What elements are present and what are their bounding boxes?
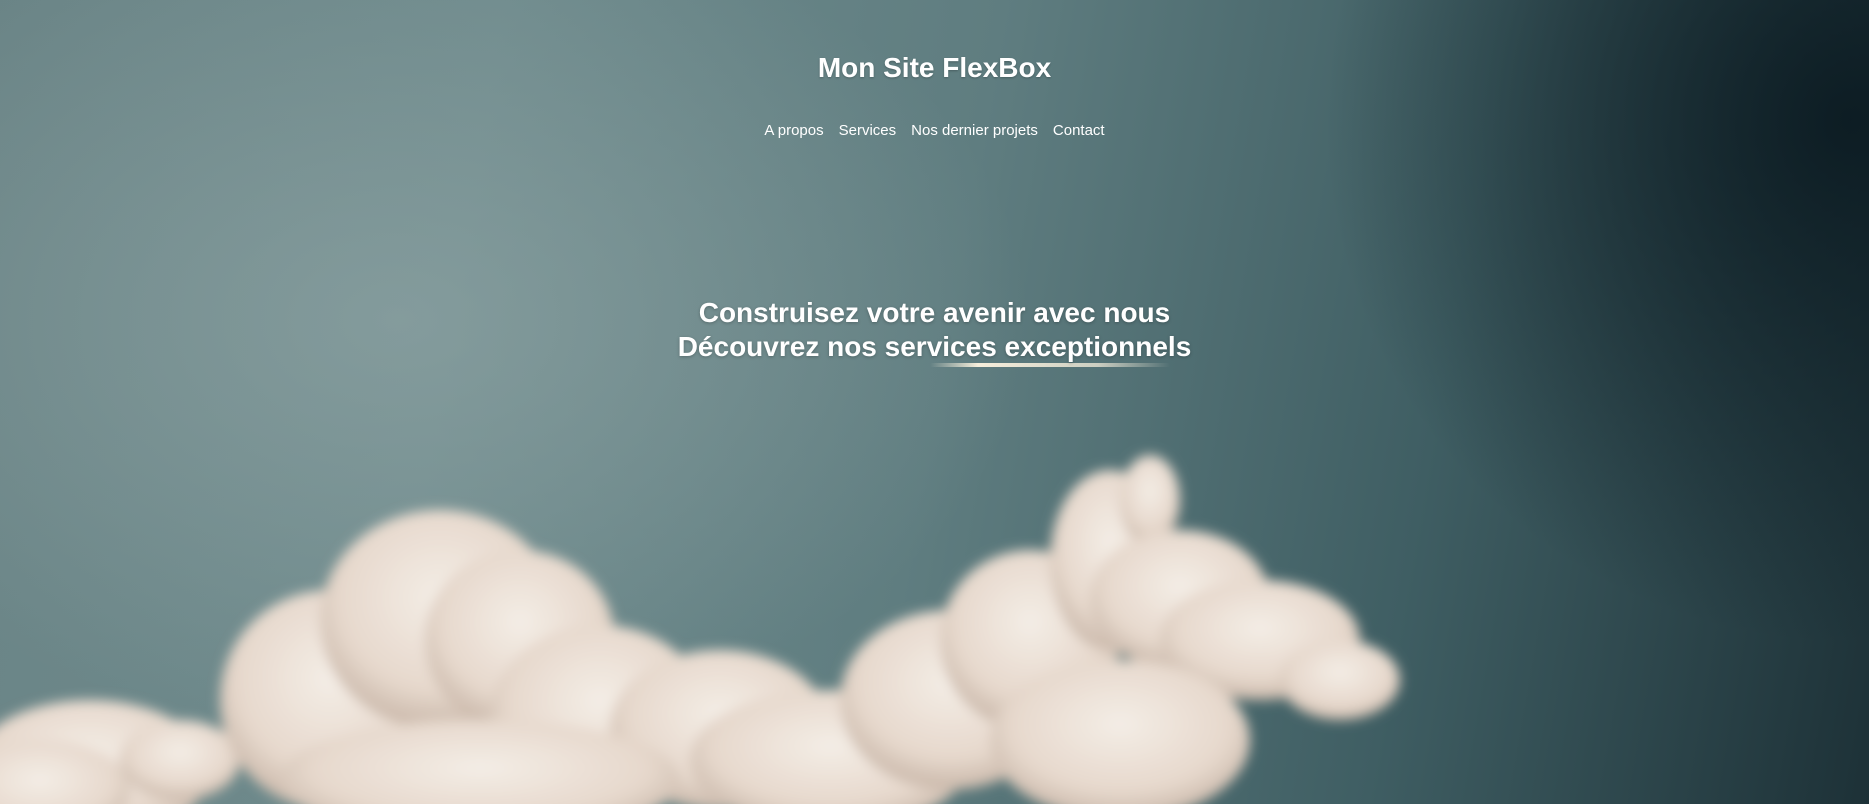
nav-link-projets[interactable]: Nos dernier projets [911, 122, 1038, 140]
nav-link-a-propos[interactable]: A propos [764, 122, 823, 140]
hero-background: Mon Site FlexBox A propos Services Nos d… [0, 0, 1869, 804]
hero-tagline-line1: Construisez votre avenir avec nous [698, 297, 1171, 328]
nav-link-contact[interactable]: Contact [1053, 122, 1105, 140]
site-header: Mon Site FlexBox A propos Services Nos d… [0, 0, 1869, 140]
site-title: Mon Site FlexBox [817, 52, 1052, 83]
hero-tagline-line2: Découvrez nos services exceptionnels [677, 331, 1192, 362]
hero-tagline: Construisez votre avenir avec nous Décou… [0, 296, 1869, 364]
nav-link-services[interactable]: Services [839, 122, 897, 140]
main-nav: A propos Services Nos dernier projets Co… [0, 122, 1869, 140]
